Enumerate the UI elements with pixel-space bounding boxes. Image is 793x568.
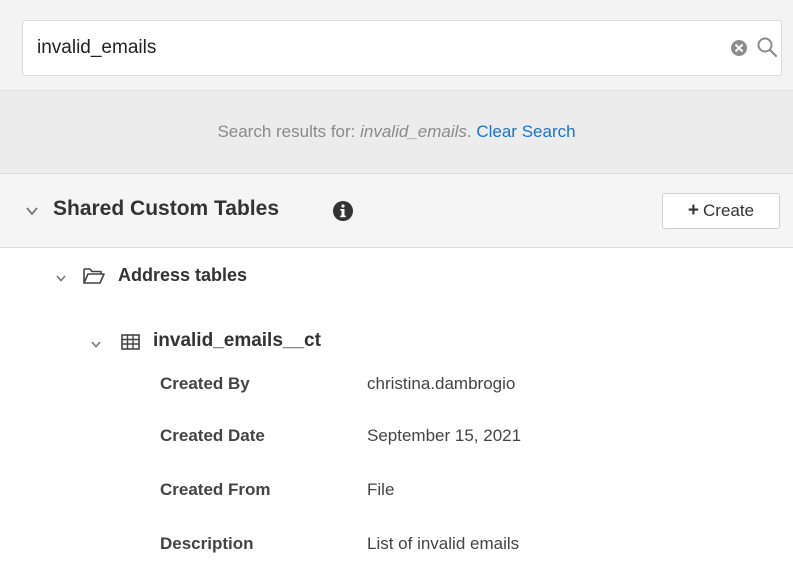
folder-label[interactable]: Address tables — [118, 265, 247, 286]
results-suffix: . — [466, 122, 477, 141]
clear-search-icon[interactable] — [728, 37, 750, 59]
clear-search-link[interactable]: Clear Search — [476, 122, 575, 141]
create-button-label: Create — [703, 201, 755, 220]
chevron-down-icon[interactable] — [90, 337, 102, 349]
detail-value: September 15, 2021 — [367, 426, 522, 445]
info-icon[interactable] — [332, 200, 354, 222]
search-icon[interactable] — [756, 36, 778, 58]
plus-icon: + — [687, 200, 700, 221]
detail-key: Created By — [160, 374, 250, 393]
detail-row-created-from: Created From File — [160, 480, 760, 508]
section-title: Shared Custom Tables — [53, 197, 279, 220]
detail-row-created-by: Created By christina.dambrogio — [160, 374, 760, 402]
search-results-banner: Search results for: invalid_emails. Clea… — [0, 90, 793, 174]
detail-row-created-date: Created Date September 15, 2021 — [160, 426, 760, 454]
results-query: invalid_emails — [360, 122, 467, 141]
detail-value: File — [367, 480, 395, 499]
search-box[interactable] — [22, 20, 782, 76]
folder-icon — [82, 266, 106, 286]
custom-tables-panel: Search results for: invalid_emails. Clea… — [0, 0, 793, 568]
search-input[interactable] — [37, 35, 677, 61]
results-prefix: Search results for: — [217, 122, 361, 141]
detail-row-description: Description List of invalid emails — [160, 534, 760, 562]
table-label[interactable]: invalid_emails__ct — [153, 330, 321, 352]
detail-key: Created Date — [160, 426, 265, 445]
table-grid-icon — [120, 332, 142, 352]
chevron-down-icon[interactable] — [55, 271, 67, 283]
detail-key: Description — [160, 534, 254, 553]
chevron-down-icon[interactable] — [25, 204, 39, 218]
detail-value: List of invalid emails — [367, 534, 520, 553]
search-region — [0, 0, 793, 90]
section-header-shared-custom-tables: Shared Custom Tables + Create — [0, 174, 793, 248]
detail-key: Created From — [160, 480, 271, 499]
detail-value: christina.dambrogio — [367, 374, 516, 393]
create-button[interactable]: + Create — [662, 193, 780, 229]
